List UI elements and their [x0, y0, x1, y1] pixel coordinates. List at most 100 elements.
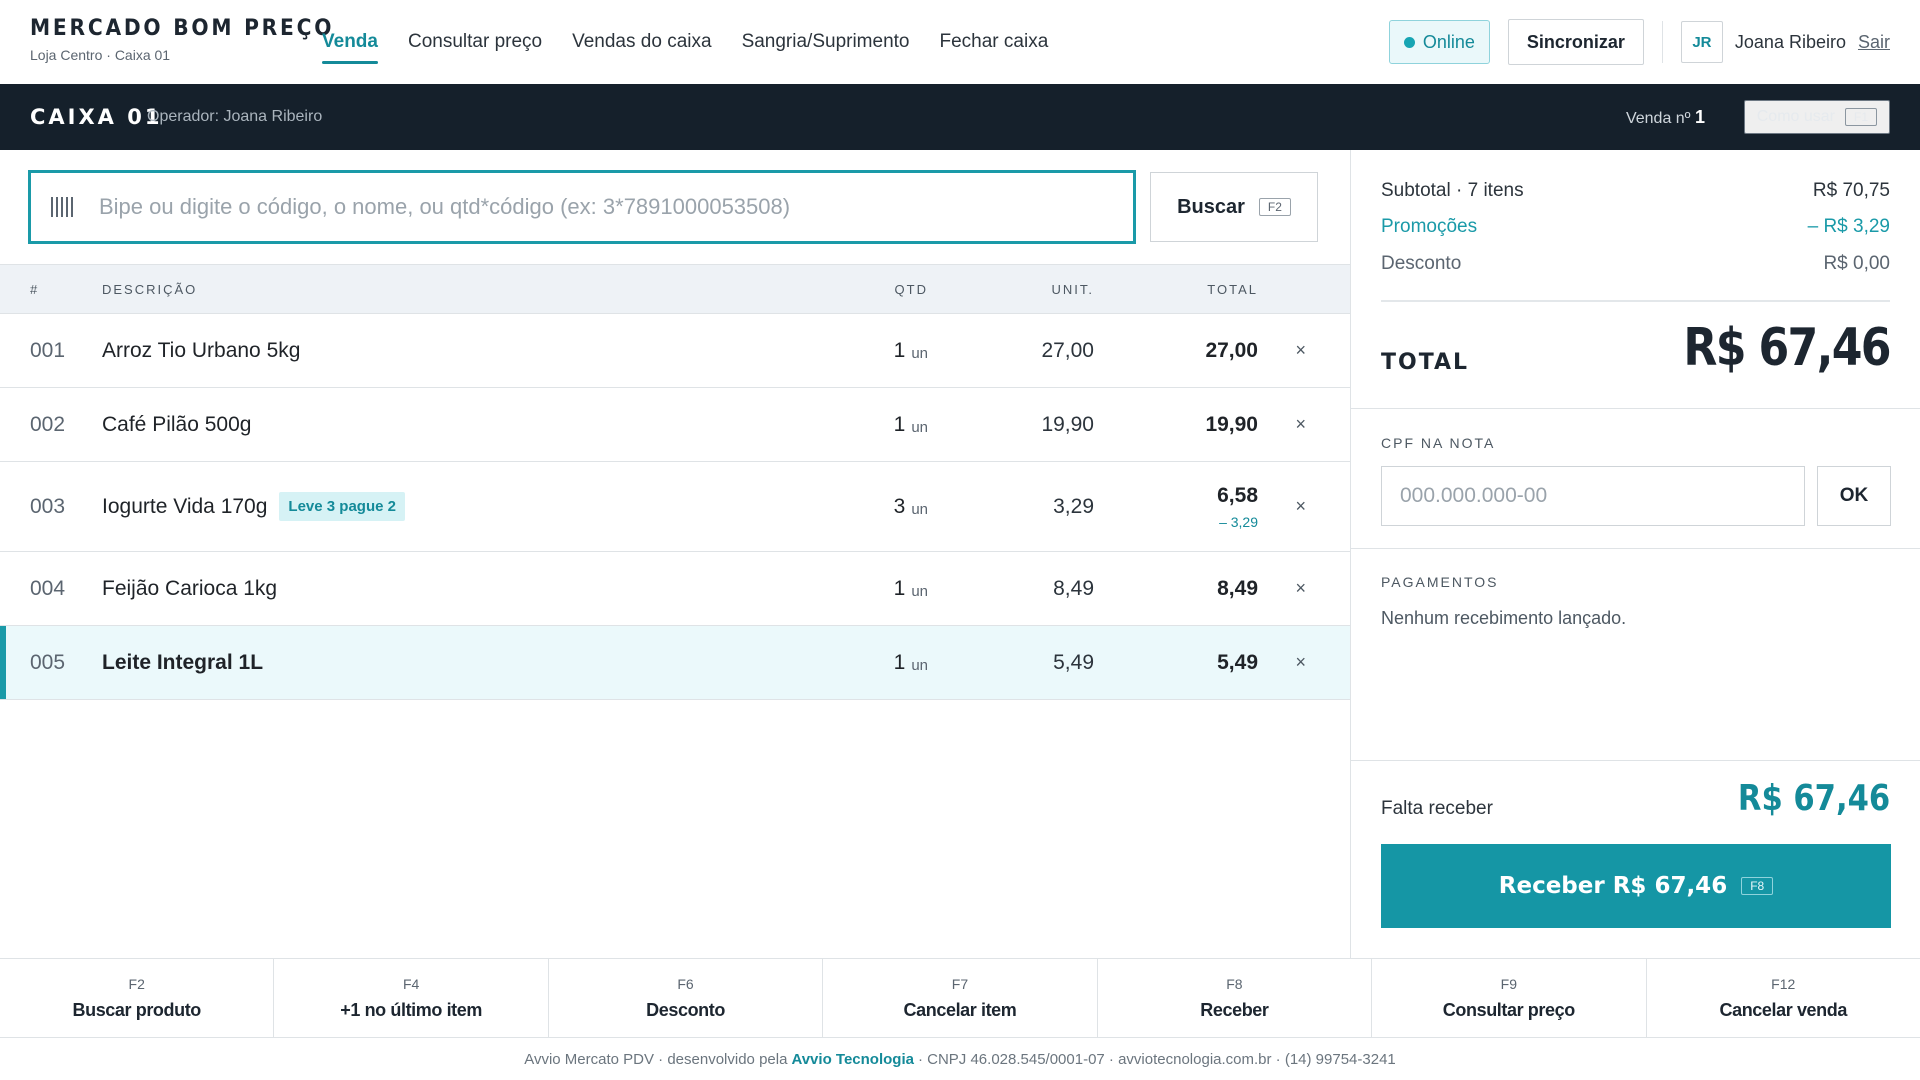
subtotal-label: Subtotal · 7 itens	[1381, 180, 1524, 201]
item-qty-unit: un	[911, 657, 928, 674]
receive-button-key: F8	[1741, 877, 1774, 895]
balance-label: Falta receber	[1381, 798, 1493, 819]
item-number: 002	[30, 412, 66, 436]
item-qty-unit: un	[911, 345, 928, 362]
items-table-header: # DESCRIÇÃO QTD UNIT. TOTAL	[0, 264, 1350, 314]
item-qty-value: 1	[893, 650, 906, 674]
fkey-add-one-last-item[interactable]: F4 +1 no último item	[274, 959, 549, 1037]
footer-prefix: Avvio Mercato PDV · desenvolvido pela	[524, 1050, 788, 1068]
nav-consultar-preco[interactable]: Consultar preço	[408, 0, 542, 84]
fkey-code: F9	[1500, 975, 1517, 992]
footer: Avvio Mercato PDV · desenvolvido pela Av…	[0, 1038, 1920, 1080]
remove-item-icon[interactable]: ×	[1295, 388, 1306, 461]
fkey-receive[interactable]: F8 Receber	[1098, 959, 1373, 1037]
table-row[interactable]: 003 Iogurte Vida 170g Leve 3 pague 2 3 un…	[0, 462, 1350, 552]
fkey-label: +1 no último item	[340, 999, 482, 1020]
status-dot-icon	[1403, 36, 1415, 48]
cpf-input[interactable]	[1381, 466, 1805, 526]
item-qty: 1 un	[894, 388, 928, 461]
promotions-label[interactable]: Promoções	[1381, 216, 1477, 238]
footer-suffix: · CNPJ 46.028.545/0001-07 · avviotecnolo…	[917, 1050, 1396, 1068]
table-row-selected[interactable]: 005 Leite Integral 1L 1 un 5,49 5,49 ×	[0, 626, 1350, 700]
brand-subtitle: Loja Centro · Caixa 01	[30, 47, 171, 63]
item-description-text: Iogurte Vida 170g	[102, 494, 268, 518]
item-qty-unit: un	[911, 583, 928, 600]
item-number: 001	[30, 338, 66, 362]
fkey-discount[interactable]: F6 Desconto	[549, 959, 824, 1037]
col-header-desc: DESCRIÇÃO	[102, 281, 198, 297]
divider	[1381, 300, 1890, 302]
fkey-code: F8	[1226, 975, 1243, 992]
fkey-label: Buscar produto	[72, 999, 202, 1020]
item-total-value: 19,90	[1205, 412, 1258, 436]
subtotal-line: Subtotal · 7 itens R$ 70,75	[1381, 180, 1890, 202]
search-button[interactable]: Buscar F2	[1150, 172, 1318, 242]
table-row[interactable]: 004 Feijão Carioca 1kg 1 un 8,49 8,49 ×	[0, 552, 1350, 626]
fkey-label: Consultar preço	[1442, 999, 1575, 1020]
item-qty-unit: un	[911, 501, 928, 518]
online-status-label: Online	[1422, 31, 1475, 52]
remove-item-icon[interactable]: ×	[1295, 462, 1306, 551]
footer-company-link[interactable]: Avvio Tecnologia	[791, 1051, 914, 1068]
remove-item-icon[interactable]: ×	[1295, 314, 1306, 387]
search-box[interactable]	[28, 170, 1136, 244]
top-right-controls: Online Sincronizar JR Joana Ribeiro Sair	[1388, 0, 1890, 84]
item-total-value: 6,58	[1217, 483, 1258, 507]
fkey-search-product[interactable]: F2 Buscar produto	[0, 959, 275, 1037]
item-total: 6,58 – 3,29	[1217, 462, 1258, 551]
logout-link[interactable]: Sair	[1858, 32, 1890, 53]
search-input[interactable]	[99, 194, 1099, 220]
nav-fechar-caixa[interactable]: Fechar caixa	[940, 0, 1049, 84]
brand-name: MERCADO BOM PREÇO	[30, 16, 335, 41]
item-qty: 1 un	[894, 626, 928, 699]
nav-venda[interactable]: Venda	[322, 0, 378, 84]
sync-button[interactable]: Sincronizar	[1507, 19, 1644, 65]
howto-button[interactable]: Como usar F1	[1743, 100, 1890, 134]
main-nav: Venda Consultar preço Vendas do caixa Sa…	[322, 0, 1048, 84]
nav-sangria-suprimento[interactable]: Sangria/Suprimento	[742, 0, 910, 84]
item-qty-unit: un	[911, 419, 928, 436]
item-description: Leite Integral 1L	[102, 626, 263, 699]
remove-item-icon[interactable]: ×	[1295, 626, 1306, 699]
item-number: 003	[30, 494, 66, 518]
cpf-ok-button[interactable]: OK	[1817, 466, 1891, 526]
item-number: 005	[30, 650, 66, 674]
fkey-check-price[interactable]: F9 Consultar preço	[1372, 959, 1647, 1037]
cpf-section-label: CPF NA NOTA	[1381, 435, 1496, 451]
item-total: 19,90	[1205, 388, 1258, 461]
discount-label: Desconto	[1381, 253, 1462, 274]
fkey-cancel-sale[interactable]: F12 Cancelar venda	[1647, 959, 1920, 1037]
balance-value: R$ 67,46	[1737, 778, 1890, 819]
item-discount: – 3,29	[1219, 513, 1258, 530]
fkey-code: F7	[951, 975, 969, 992]
promo-badge: Leve 3 pague 2	[279, 492, 405, 521]
remove-item-icon[interactable]: ×	[1295, 552, 1306, 625]
divider	[1351, 408, 1920, 409]
fkey-label: Cancelar item	[903, 999, 1017, 1020]
total-label: TOTAL	[1381, 350, 1470, 375]
online-status-badge: Online	[1388, 20, 1490, 64]
fkey-label: Cancelar venda	[1719, 999, 1848, 1020]
items-table-body: 001 Arroz Tio Urbano 5kg 1 un 27,00 27,00…	[0, 314, 1350, 700]
receive-payment-button[interactable]: Receber R$ 67,46 F8	[1381, 844, 1891, 928]
howto-label: Como usar	[1756, 108, 1835, 125]
fkey-code: F2	[128, 975, 145, 992]
search-button-label: Buscar	[1177, 195, 1245, 218]
fkey-label: Receber	[1200, 999, 1269, 1020]
subtotal-value: R$ 70,75	[1812, 180, 1890, 201]
item-unit-price: 27,00	[1041, 338, 1094, 362]
nav-vendas-do-caixa[interactable]: Vendas do caixa	[572, 0, 711, 84]
table-row[interactable]: 002 Café Pilão 500g 1 un 19,90 19,90 ×	[0, 388, 1350, 462]
table-row[interactable]: 001 Arroz Tio Urbano 5kg 1 un 27,00 27,00…	[0, 314, 1350, 388]
sale-number-value: 1	[1694, 106, 1705, 127]
item-number: 004	[30, 576, 66, 600]
fkey-cancel-item[interactable]: F7 Cancelar item	[823, 959, 1098, 1037]
col-header-total: TOTAL	[1207, 281, 1258, 297]
fkey-code: F12	[1771, 975, 1796, 992]
total-value: R$ 67,46	[1683, 318, 1892, 378]
item-qty: 1 un	[894, 314, 928, 387]
operator-label: Operador: Joana Ribeiro	[147, 108, 323, 125]
col-header-unit: UNIT.	[1051, 281, 1094, 297]
payments-section-label: PAGAMENTOS	[1381, 574, 1499, 590]
search-row: Buscar F2	[28, 170, 1318, 244]
